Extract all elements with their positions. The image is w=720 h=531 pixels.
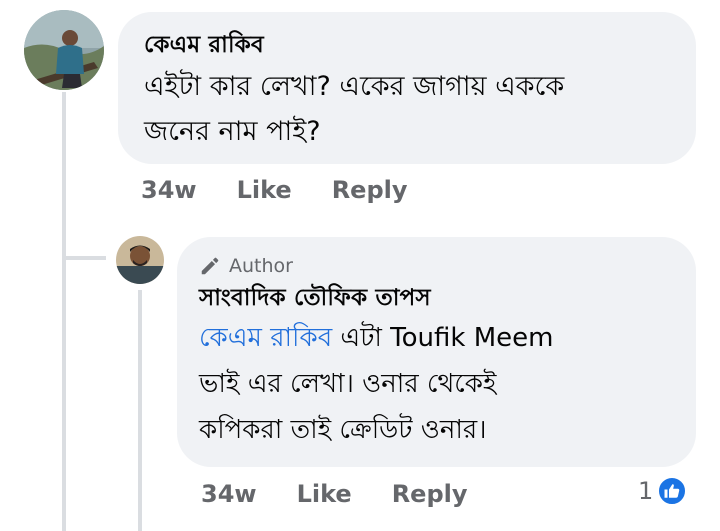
reaction-count: 1: [638, 477, 654, 505]
comment-actions: 34w Like Reply: [141, 176, 448, 204]
reply-timestamp[interactable]: 34w: [201, 480, 257, 508]
comment-text-line: জনের নাম পাই?: [144, 116, 321, 147]
mention-link[interactable]: কেএম রাকিব: [199, 323, 332, 353]
comment-author-name[interactable]: কেএম রাকিব: [144, 30, 670, 60]
comment-text: এইটা কার লেখা? একের জাগায় এককে জনের নাম…: [144, 64, 670, 154]
reaction-summary[interactable]: 1: [638, 476, 688, 506]
reply-actions: 34w Like Reply: [201, 480, 508, 508]
comment-text-line: এইটা কার লেখা? একের জাগায় এককে: [144, 71, 565, 102]
author-badge-label: Author: [229, 255, 293, 277]
author-badge: Author: [199, 253, 674, 279]
reply-bubble: Author সাংবাদিক তৌফিক তাপস কেএম রাকিব এট…: [177, 237, 696, 467]
reply-text-line: কপিকরা তাই ক্রেডিট ওনার।: [199, 415, 487, 445]
reply-button[interactable]: Reply: [332, 176, 408, 204]
reply-text-fragment: এটা Toufik Meem: [332, 323, 554, 353]
reply-button[interactable]: Reply: [392, 480, 468, 508]
comment-bubble: কেএম রাকিব এইটা কার লেখা? একের জাগায় এক…: [118, 12, 696, 164]
reply-connector-line: [138, 290, 142, 531]
reply-text-line: ভাই এর লেখা। ওনার থেকেই: [199, 369, 497, 399]
avatar[interactable]: [116, 236, 164, 284]
reply-author-name[interactable]: সাংবাদিক তৌফিক তাপস: [199, 283, 674, 313]
like-thumb-icon: [657, 476, 688, 506]
thread-connector-branch: [62, 256, 106, 260]
like-button[interactable]: Like: [297, 480, 352, 508]
pencil-icon: [201, 257, 219, 275]
thread-connector-line: [62, 92, 66, 531]
reply-text: কেএম রাকিব এটা Toufik Meem ভাই এর লেখা। …: [199, 315, 674, 453]
reply-text-line: কেএম রাকিব এটা Toufik Meem: [199, 315, 674, 361]
comment-timestamp[interactable]: 34w: [141, 176, 197, 204]
avatar[interactable]: [24, 10, 104, 90]
like-button[interactable]: Like: [237, 176, 292, 204]
